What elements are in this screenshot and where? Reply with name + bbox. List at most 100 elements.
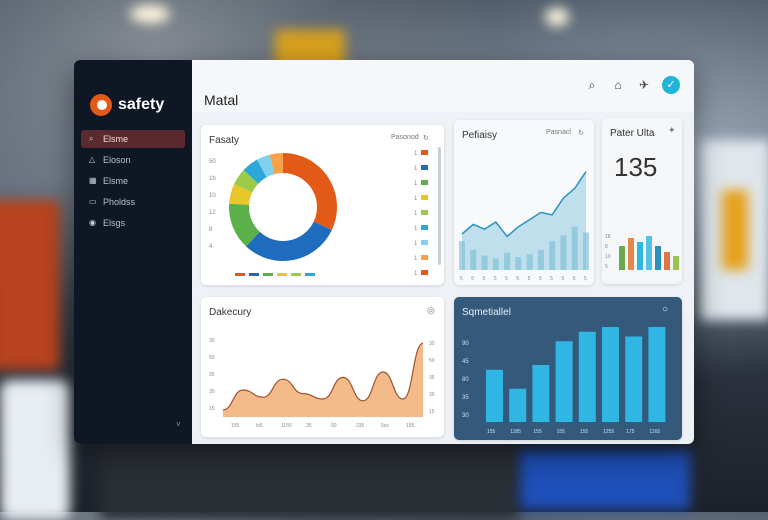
sidebar-item-5[interactable]: ◉ Elsgs (81, 214, 185, 232)
search-icon: ⌕ (89, 134, 94, 143)
y-tick-label: 30 (209, 389, 215, 395)
collapse-chevron-icon[interactable]: ˅ (176, 420, 181, 429)
x-tick-label: 5 (584, 276, 587, 282)
legend-swatch (421, 195, 428, 200)
legend-value-label: 1 (414, 196, 418, 202)
area-fill (223, 343, 423, 417)
legend-value-label: 1 (414, 271, 418, 277)
x-tick-label: 5ss (381, 423, 389, 429)
wave-chart-card: Dakecury ◎ 30 30 50 50 35 35 30 30 15 15 155 ls5 115… (201, 297, 444, 437)
background-orange-panel (722, 190, 748, 270)
x-tick-label: 5 (516, 276, 519, 282)
x-tick-label: 5 (483, 276, 486, 282)
legend-value-label: 1 (414, 181, 418, 187)
x-tick-label: 5 (550, 276, 553, 282)
sidebar-item-label: Elsme (103, 134, 129, 144)
legend-value-label: 1 (414, 241, 418, 247)
top-actions: ⌕ ⌂ ✈ ✓ (584, 76, 680, 94)
y-tick-label: 10 (209, 193, 216, 199)
y-tick-label: 15 (209, 406, 215, 412)
x-tick-label: 1255 (603, 429, 614, 435)
bar (628, 238, 634, 270)
x-tick-label: 5 (471, 276, 474, 282)
y-tick-label: 12 (209, 210, 216, 216)
background-blue-crate (520, 450, 690, 510)
legend-swatch (421, 225, 428, 230)
sidebar-item-2[interactable]: △ Eloson (81, 151, 185, 169)
bar-chart-card: Sqmetiallel ○ 90 45 80 35 30 155 1185 155 155 155… (454, 297, 682, 440)
y-tick-label-right: 15 (429, 409, 435, 415)
legend-value-label: 1 (414, 151, 418, 157)
top-bar: Matal ⌕ ⌂ ✈ ✓ (192, 60, 694, 112)
legend-bar-swatch (305, 273, 315, 276)
y-tick-label: 35 (209, 372, 215, 378)
y-tick-label-right: 30 (429, 392, 435, 398)
safety-logo-icon (90, 94, 112, 116)
donut-chart: 50 1b 10 12 8 4 1 1 1 1 1 1 1 1 1 (209, 147, 441, 277)
x-tick-label: 155 (533, 429, 542, 435)
sidebar: safety ⌕ Elsme △ Eloson ▦ Elsme ▭ Pholds… (74, 60, 192, 444)
x-tick-label: 5 (573, 276, 576, 282)
bird-icon[interactable]: ✈ (636, 77, 652, 93)
x-tick-label: 235 (356, 423, 365, 429)
y-tick-label: 90 (462, 341, 469, 347)
y-tick-label: 45 (462, 359, 469, 365)
sidebar-item-3[interactable]: ▦ Elsme (81, 172, 185, 190)
y-tick-label: 4 (209, 244, 213, 250)
check-icon[interactable]: ✓ (662, 76, 680, 94)
x-tick-label: ls5 (256, 423, 263, 429)
x-tick-label: 175 (626, 429, 635, 435)
y-tick-label: 30 (209, 338, 215, 344)
brand-name: safety (118, 96, 165, 113)
background-lamp (545, 8, 569, 26)
sidebar-item-1[interactable]: ⌕ Elsme (81, 130, 185, 148)
donut-slice (283, 153, 337, 230)
y-tick-label: 8 (605, 244, 608, 250)
y-tick-label: 50 (209, 355, 215, 361)
home-icon[interactable]: ⌂ (610, 77, 626, 93)
y-tick-label: 35 (462, 395, 469, 401)
background-lamp (130, 5, 170, 23)
x-tick-label: 5 (505, 276, 508, 282)
legend-swatch (421, 270, 428, 275)
x-tick-label: 155 (406, 423, 415, 429)
sidebar-item-label: Elsgs (103, 218, 126, 228)
y-tick-label: 50 (209, 159, 216, 165)
x-tick-label: 1155 (281, 423, 292, 429)
folder-icon: ▭ (89, 197, 97, 206)
legend-swatch (421, 210, 428, 215)
x-tick-label: 1165 (649, 429, 660, 435)
user-icon: ◉ (89, 218, 96, 227)
brand-logo[interactable]: safety (90, 94, 164, 116)
legend-value-label: 1 (414, 211, 418, 217)
x-tick-label: 5 (494, 276, 497, 282)
x-tick-label: 155 (231, 423, 240, 429)
bar (673, 256, 679, 270)
search-icon[interactable]: ⌕ (584, 77, 600, 93)
y-tick-label: 10 (605, 254, 611, 260)
bar (648, 327, 666, 422)
sidebar-item-label: Eloson (103, 155, 131, 165)
x-tick-label: 5 (561, 276, 564, 282)
sidebar-nav: ⌕ Elsme △ Eloson ▦ Elsme ▭ Pholdss ◉ Els… (81, 130, 185, 235)
y-tick-label: 5 (605, 264, 608, 270)
x-tick-label: 50 (331, 423, 337, 429)
legend-bar-swatch (249, 273, 259, 276)
area-chart: 5 5 5 5 5 5 5 5 5 5 5 5 (459, 171, 589, 282)
legend-swatch (421, 150, 428, 155)
legend-swatch (421, 165, 428, 170)
bar (532, 365, 550, 422)
x-tick-label: 35 (306, 423, 312, 429)
area-fill (462, 171, 586, 270)
sidebar-item-4[interactable]: ▭ Pholdss (81, 193, 185, 211)
donut-chart-card: Fasaty Pasonod ↻ 50 1b 10 12 8 4 1 1 1 1 1 1 1 1 1 (201, 125, 444, 285)
x-tick-label: 5 (460, 276, 463, 282)
y-tick-label: 80 (462, 377, 469, 383)
legend-swatch (421, 255, 428, 260)
legend-value-label: 1 (414, 226, 418, 232)
legend-bar-swatch (235, 273, 245, 276)
sidebar-item-label: Elsme (103, 176, 129, 186)
y-tick-label-right: 35 (429, 375, 435, 381)
x-tick-label: 155 (557, 429, 566, 435)
bar (655, 246, 661, 270)
